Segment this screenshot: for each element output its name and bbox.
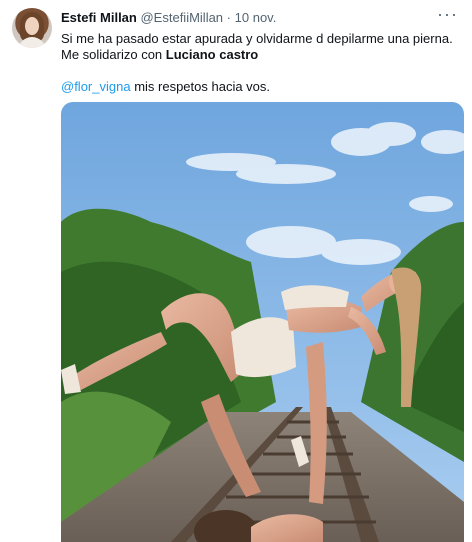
avatar[interactable] (12, 8, 52, 48)
tweet-line-2: Me solidarizo con Luciano castro (61, 47, 459, 63)
tweet-line-3: @flor_vigna mis respetos hacia vos. (61, 79, 459, 95)
avatar-face (25, 17, 39, 35)
media-photo (61, 102, 464, 542)
tweet-bold-name: Luciano castro (165, 47, 259, 62)
tweet-media[interactable] (61, 102, 464, 542)
tweet-line-3-rest: mis respetos hacia vos. (130, 79, 271, 94)
tweet[interactable]: Estefi Millan @EstefiiMillan · 10 nov. ·… (0, 0, 472, 542)
author-handle[interactable]: @EstefiiMillan (140, 10, 223, 25)
tweet-header: Estefi Millan @EstefiiMillan · 10 nov. (61, 10, 276, 26)
tweet-date[interactable]: 10 nov. (235, 10, 277, 25)
tweet-text: Si me ha pasado estar apurada y olvidarm… (61, 31, 459, 95)
separator-dot: · (226, 10, 232, 25)
tweet-line-2-prefix: Me solidarizo con (61, 47, 166, 62)
mention-link[interactable]: @flor_vigna (61, 79, 131, 94)
more-options-icon[interactable]: ··· (437, 4, 458, 25)
tweet-line-1: Si me ha pasado estar apurada y olvidarm… (61, 31, 453, 46)
author-name[interactable]: Estefi Millan (61, 10, 137, 25)
